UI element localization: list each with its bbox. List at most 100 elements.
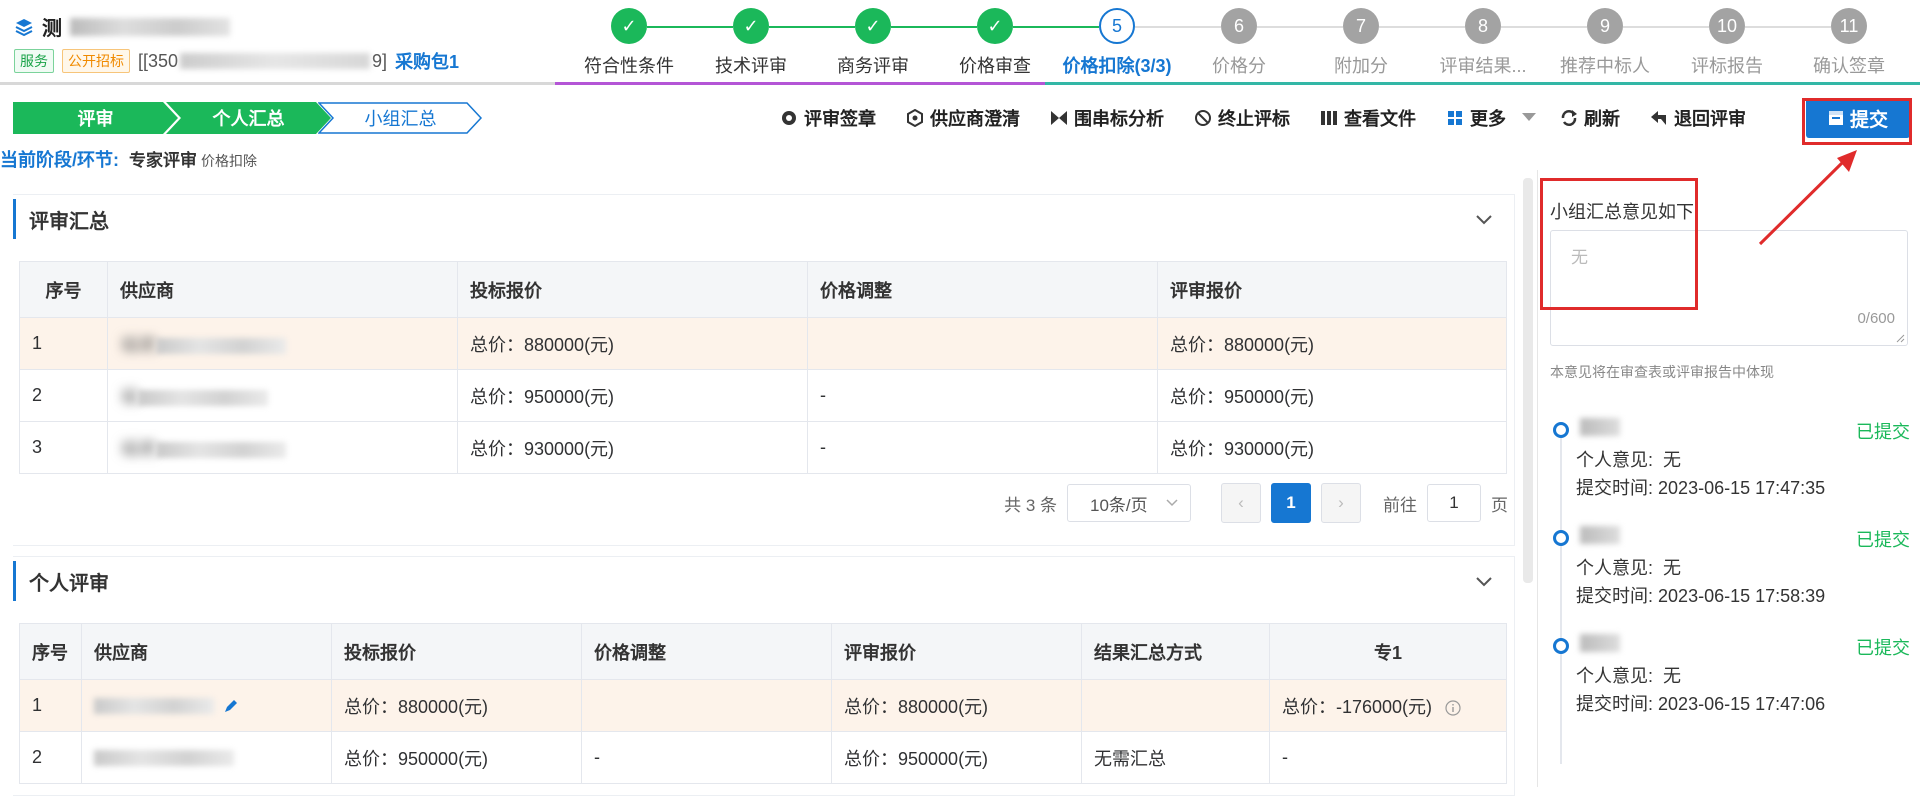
resize-handle-icon[interactable] [1895,333,1905,343]
refresh-button[interactable]: 刷新 [1560,105,1620,131]
personal-table-wrap: 序号 供应商 投标报价 价格调整 评审报价 结果汇总方式 专1 1 总价：880… [19,623,1507,784]
sign-button[interactable]: 评审签章 [780,105,876,131]
return-button[interactable]: 退回评审 [1650,105,1746,131]
step-label: 确认签章 [1813,56,1885,76]
col-adj: 价格调整 [581,623,832,680]
step-6[interactable]: 6 价格分 [1178,8,1300,78]
goto-input[interactable]: 1 [1427,484,1481,522]
cell-supplier: 福 [107,369,458,422]
breadcrumb-group-summary[interactable]: 小组汇总 [318,102,483,134]
bid-analysis-button[interactable]: 围串标分析 [1050,105,1164,131]
chevron-down-icon[interactable] [1474,209,1494,229]
step-number: 10 [1709,8,1745,44]
toolbar-row: 评审 个人汇总 小组汇总 评审签章 供应商澄清 围串标分析 终止评标 查看文件 … [0,96,1920,138]
step-5[interactable]: 5 价格扣除(3/3) [1056,8,1178,78]
cell-adj [807,317,1158,370]
clarify-button[interactable]: 供应商澄清 [906,105,1020,131]
col-bid: 投标报价 [457,261,808,318]
redacted-title [70,17,230,36]
sign-label: 评审签章 [804,109,876,129]
step-label: 评标报告 [1691,56,1763,76]
project-title-text: 测 [42,18,62,40]
cell-supplier [81,679,332,732]
cell-summary-mode: 无需汇总 [1081,731,1270,784]
timeline-line [1560,438,1562,764]
page-1-button[interactable]: 1 [1271,483,1311,523]
step-7[interactable]: 7 附加分 [1300,8,1422,78]
time-value: 2023-06-15 17:47:06 [1658,694,1826,714]
check-icon: ✓ [977,8,1013,44]
step-10[interactable]: 10 评标报告 [1666,8,1788,78]
personal-title-text: 个人评审 [29,572,109,595]
breadcrumb-personal-summary[interactable]: 个人汇总 [166,102,331,134]
prev-page-button[interactable]: ‹ [1221,483,1261,523]
cell-supplier [81,731,332,784]
page-size-select[interactable]: 10条/页 [1067,484,1191,522]
col-review: 评审报价 [1157,261,1507,318]
next-page-button[interactable]: › [1321,483,1361,523]
personal-table: 序号 供应商 投标报价 价格调整 评审报价 结果汇总方式 专1 1 总价：880… [19,623,1507,784]
project-code: [[350 9] [138,51,387,72]
step-11[interactable]: 11 确认签章 [1788,8,1910,78]
breadcrumb-review[interactable]: 评审 [13,102,178,134]
col-expert-1: 专1 [1269,623,1507,680]
page-size-value: 10条/页 [1090,495,1148,515]
page-unit: 页 [1491,495,1508,515]
files-icon [1320,109,1338,127]
scrollbar[interactable] [1523,178,1533,583]
cell-no: 1 [19,679,82,732]
col-review: 评审报价 [831,623,1082,680]
opinion-label: 个人意见: [1576,450,1654,470]
step-label: 价格分 [1212,56,1266,76]
expert-name-redacted [1580,418,1620,436]
table-row[interactable]: 2 总价：950000(元) - 总价：950000(元) 无需汇总 - [19,731,1507,784]
timeline-dot-icon [1553,530,1569,546]
stop-button[interactable]: 终止评标 [1194,105,1290,131]
step-connector [1257,26,1343,28]
cell-adj [581,679,832,732]
package-link[interactable]: 采购包1 [395,48,459,74]
cell-review: 总价：880000(元) [1157,317,1507,370]
expert-value: 总价：-176000(元) [1282,696,1433,717]
table-row[interactable]: 1 福建 总价：880000(元) 总价：880000(元) [19,317,1507,370]
cell-review: 总价：880000(元) [831,679,1082,732]
step-3[interactable]: ✓ 商务评审 [812,8,934,78]
step-number: 11 [1831,8,1867,44]
table-row[interactable]: 2 福 总价：950000(元) - 总价：950000(元) [19,369,1507,422]
step-8[interactable]: 8 评审结果... [1422,8,1544,78]
cell-bid: 总价：880000(元) [331,679,582,732]
cell-review: 总价：950000(元) [831,731,1082,784]
table-row[interactable]: 3 福建 总价：930000(元) - 总价：930000(元) [19,421,1507,474]
top-header: 测 服务 公开招标 [[350 9] 采购包1 ✓ 符合性条件 ✓ 技术评审 ✓ 商务评审… [0,0,1920,86]
view-files-button[interactable]: 查看文件 [1320,105,1416,131]
step-4[interactable]: ✓ 价格审查 [934,8,1056,78]
expert-name-redacted [1580,526,1620,544]
opinion-value: 无 [1663,450,1682,470]
step-1[interactable]: ✓ 符合性条件 [568,8,690,78]
opinion-highlight-box [1540,178,1698,310]
chevron-down-icon[interactable] [1474,571,1494,591]
opinion-value: 无 [1663,558,1682,578]
step-9[interactable]: 9 推荐中标人 [1544,8,1666,78]
refresh-label: 刷新 [1584,109,1620,129]
step-label: 评审结果... [1439,56,1527,76]
submit-time: 提交时间: 2023-06-15 17:58:39 [1576,582,1825,608]
settings-icon [906,109,924,127]
table-row[interactable]: 1 总价：880000(元) 总价：880000(元) 总价：-176000(元… [19,679,1507,732]
step-number: 8 [1465,8,1501,44]
personal-opinion: 个人意见: 无 [1576,446,1681,472]
return-icon [1650,109,1668,127]
cell-supplier: 福建 [107,317,458,370]
more-dropdown[interactable]: 更多 [1446,105,1538,131]
more-label: 更多 [1470,109,1506,129]
step-2[interactable]: ✓ 技术评审 [690,8,812,78]
cell-summary-mode [1081,679,1270,732]
edit-icon[interactable] [223,698,239,714]
info-icon[interactable] [1445,700,1461,716]
opinion-value: 无 [1663,666,1682,686]
step-number: 5 [1099,8,1135,44]
cell-no: 2 [19,369,108,422]
time-label: 提交时间: [1576,478,1654,498]
step-label: 推荐中标人 [1560,56,1650,76]
progress-steps: ✓ 符合性条件 ✓ 技术评审 ✓ 商务评审 ✓ 价格审查 5 价格扣除(3/3) 6 价格分 7 附加分 8… [568,8,1908,78]
